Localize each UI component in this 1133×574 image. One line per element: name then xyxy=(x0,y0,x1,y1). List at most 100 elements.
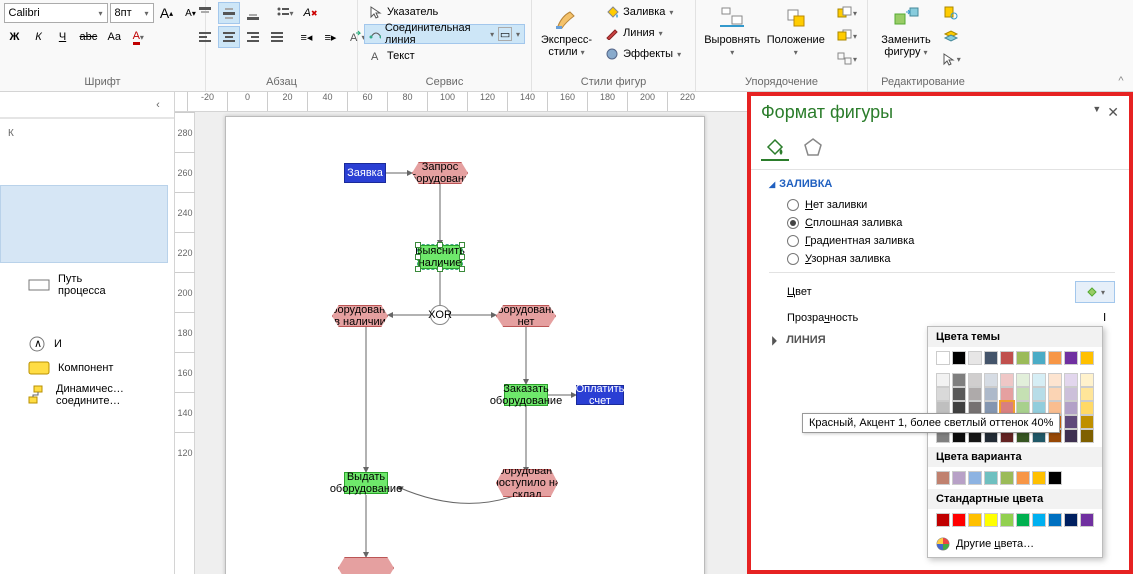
color-swatch[interactable] xyxy=(952,351,966,365)
color-swatch[interactable] xyxy=(1064,429,1078,443)
radio-solid-fill[interactable]: Сплошная заливка xyxy=(769,214,1115,232)
color-swatch[interactable] xyxy=(1064,415,1078,429)
radio-gradient-fill[interactable]: Градиентная заливка xyxy=(769,232,1115,250)
color-swatch[interactable] xyxy=(1032,387,1046,401)
shape-issue-equipment[interactable]: Выдать оборудование xyxy=(344,472,388,494)
shape-not-in-stock[interactable]: Оборудования нет xyxy=(496,305,556,327)
strike-button[interactable]: abc xyxy=(76,26,102,48)
effects-button[interactable]: Эффекты▾ xyxy=(600,44,686,64)
color-swatch[interactable] xyxy=(1016,387,1030,401)
select-button[interactable]: ▾ xyxy=(937,48,965,70)
shape-pay-invoice[interactable]: Оплатить счет xyxy=(576,385,624,405)
color-swatch[interactable] xyxy=(1064,373,1078,387)
color-swatch[interactable] xyxy=(1080,415,1094,429)
color-swatch[interactable] xyxy=(1048,387,1062,401)
color-swatch[interactable] xyxy=(1000,387,1014,401)
shape-in-stock[interactable]: Оборудование в наличии xyxy=(332,305,388,327)
color-swatch[interactable] xyxy=(936,373,950,387)
color-swatch[interactable] xyxy=(1016,471,1030,485)
font-size-combo[interactable]: 8пт ▾ xyxy=(110,3,154,23)
shape-request[interactable]: Заявка xyxy=(344,163,386,183)
color-swatch[interactable] xyxy=(968,351,982,365)
color-swatch[interactable] xyxy=(968,513,982,527)
color-swatch[interactable] xyxy=(952,513,966,527)
color-swatch[interactable] xyxy=(952,471,966,485)
color-swatch[interactable] xyxy=(1048,471,1062,485)
stencil-path[interactable]: Путьпроцесса xyxy=(0,269,174,301)
fill-button[interactable]: Заливка▾ xyxy=(600,2,686,22)
color-swatch[interactable] xyxy=(1016,373,1030,387)
case-button[interactable]: Aa xyxy=(103,26,125,48)
more-colors-button[interactable]: Другие цвета… xyxy=(928,531,1102,557)
align-center-button[interactable] xyxy=(218,26,240,48)
color-swatch[interactable] xyxy=(1000,351,1014,365)
color-swatch[interactable] xyxy=(1080,429,1094,443)
color-swatch[interactable] xyxy=(984,471,998,485)
pane-chevron-icon[interactable]: ‹ xyxy=(148,95,168,115)
canvas[interactable]: Заявка Запрос оборудования Выяснить нали… xyxy=(195,112,747,574)
rectangle-tool-button[interactable]: ▭ xyxy=(498,27,512,41)
bullets-button[interactable]: ▾ xyxy=(272,2,298,24)
connector-tool[interactable]: Соединительная линия ▾ ▭ ▾ xyxy=(364,24,525,44)
stencil-component[interactable]: Компонент xyxy=(0,357,174,379)
fill-color-button[interactable]: ▾ xyxy=(1075,281,1115,303)
text-tool[interactable]: A Текст xyxy=(364,46,420,66)
color-swatch[interactable] xyxy=(1048,351,1062,365)
color-swatch[interactable] xyxy=(984,513,998,527)
clear-format-button[interactable]: A✖ xyxy=(300,2,322,24)
color-swatch[interactable] xyxy=(1032,351,1046,365)
line-button[interactable]: Линия▾ xyxy=(600,23,686,43)
color-swatch[interactable] xyxy=(1064,351,1078,365)
color-swatch[interactable] xyxy=(952,373,966,387)
color-swatch[interactable] xyxy=(1080,513,1094,527)
color-swatch[interactable] xyxy=(1016,351,1030,365)
shape-xor[interactable]: XOR xyxy=(430,305,450,325)
find-icon-button[interactable] xyxy=(937,2,965,24)
color-swatch[interactable] xyxy=(936,351,950,365)
send-back-button[interactable]: ▾ xyxy=(833,25,861,47)
color-swatch[interactable] xyxy=(1000,373,1014,387)
radio-no-fill[interactable]: Нет заливки xyxy=(769,196,1115,214)
color-swatch[interactable] xyxy=(968,387,982,401)
express-styles-button[interactable]: Экспресс- стили ▾ xyxy=(541,2,592,59)
color-swatch[interactable] xyxy=(1000,471,1014,485)
shape-check-availability[interactable]: Выяснить наличие xyxy=(418,245,462,269)
shape-order-equipment[interactable]: Заказать оборудование xyxy=(504,384,548,406)
color-swatch[interactable] xyxy=(936,387,950,401)
ribbon-collapse-button[interactable]: ^ xyxy=(1109,0,1133,91)
justify-button[interactable] xyxy=(266,26,288,48)
color-swatch[interactable] xyxy=(1064,387,1078,401)
color-swatch[interactable] xyxy=(1032,373,1046,387)
color-swatch[interactable] xyxy=(1032,471,1046,485)
shape-bottom-hex[interactable] xyxy=(338,557,394,574)
color-swatch[interactable] xyxy=(1048,373,1062,387)
align-middle-button[interactable] xyxy=(218,2,240,24)
font-color-button[interactable]: A▾ xyxy=(127,26,149,48)
align-bottom-button[interactable] xyxy=(242,2,264,24)
bring-front-button[interactable]: ▾ xyxy=(833,2,861,24)
align-right-button[interactable] xyxy=(242,26,264,48)
font-name-combo[interactable]: Calibri ▾ xyxy=(4,3,108,23)
change-shape-button[interactable]: Заменить фигуру ▾ xyxy=(881,2,930,59)
color-swatch[interactable] xyxy=(1032,513,1046,527)
color-swatch[interactable] xyxy=(936,471,950,485)
stencil-dynamic-connector[interactable]: Динамичес…соедините… xyxy=(0,379,174,411)
radio-pattern-fill[interactable]: Узорная заливка xyxy=(769,250,1115,268)
color-swatch[interactable] xyxy=(968,373,982,387)
color-swatch[interactable] xyxy=(1080,387,1094,401)
tab-fill-line[interactable] xyxy=(761,133,789,161)
pointer-tool[interactable]: Указатель xyxy=(364,2,443,22)
bold-button[interactable]: Ж xyxy=(4,26,26,48)
color-swatch[interactable] xyxy=(1064,513,1078,527)
color-swatch[interactable] xyxy=(1064,401,1078,415)
color-swatch[interactable] xyxy=(1080,351,1094,365)
color-swatch[interactable] xyxy=(968,471,982,485)
quick-shapes-set[interactable] xyxy=(0,185,168,263)
stencil-and[interactable]: ∧ И xyxy=(0,331,174,357)
align-left-button[interactable] xyxy=(194,26,216,48)
shape-equipment-request[interactable]: Запрос оборудования xyxy=(412,162,468,184)
section-fill-header[interactable]: ◢ЗАЛИВКА xyxy=(769,178,1115,190)
color-swatch[interactable] xyxy=(1048,513,1062,527)
grow-font-button[interactable]: A▴ xyxy=(156,2,178,24)
align-top-button[interactable] xyxy=(194,2,216,24)
